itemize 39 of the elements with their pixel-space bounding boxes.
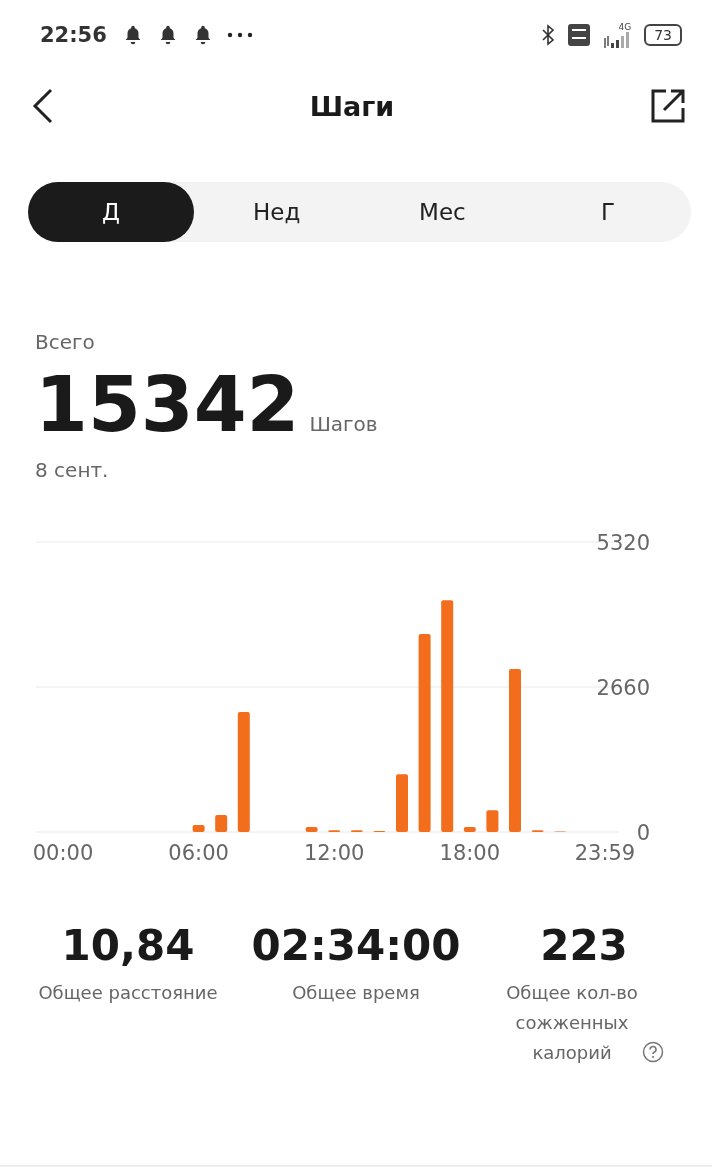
- x-axis-label: 00:00: [32, 841, 94, 862]
- battery-indicator: 73: [644, 24, 682, 46]
- total-label: Всего: [35, 330, 96, 354]
- chart-bar: [305, 827, 318, 832]
- stat-label: Общее время: [292, 981, 420, 1005]
- step-total: 15342: [35, 360, 300, 450]
- chart-bar: [463, 827, 476, 832]
- share-icon[interactable]: [650, 88, 686, 124]
- x-axis-label: 06:00: [168, 841, 229, 862]
- period-tab[interactable]: Г: [525, 182, 691, 242]
- stat-value: 10,84: [60, 920, 196, 972]
- y-axis-label: 0: [636, 821, 650, 845]
- more-icon: [226, 32, 253, 38]
- period-tab[interactable]: Д: [28, 182, 194, 242]
- period-tab[interactable]: Нед: [193, 182, 360, 242]
- chart-bar: [192, 824, 205, 832]
- volte-icon: [568, 24, 591, 46]
- back-icon[interactable]: [32, 88, 54, 124]
- x-axis-label: 18:00: [439, 841, 501, 862]
- signal-icon: [603, 31, 632, 48]
- network-type: 4G: [618, 22, 632, 32]
- x-axis-label: 12:00: [303, 841, 365, 862]
- y-axis-label: 5320: [596, 531, 650, 555]
- help-icon[interactable]: [642, 1041, 664, 1063]
- x-axis-label: 23:59: [574, 841, 636, 862]
- stat-label: Общее кол-во сожженных калорий: [505, 981, 639, 1065]
- chart-bar: [486, 810, 499, 832]
- bluetooth-icon: [541, 24, 556, 46]
- y-axis-label: 2660: [596, 676, 650, 700]
- page-title: Шаги: [309, 90, 395, 122]
- stat-label: Общее расстояние: [38, 981, 218, 1005]
- date-label: 8 сент.: [35, 458, 110, 482]
- status-time: 22:56: [40, 23, 107, 47]
- period-tab[interactable]: Мес: [359, 182, 526, 242]
- step-unit: Шагов: [309, 412, 378, 436]
- stat-value: 02:34:00: [250, 920, 462, 972]
- stat-value: 223: [539, 920, 629, 972]
- chart-bar: [215, 815, 228, 832]
- chart-bar: [396, 774, 408, 832]
